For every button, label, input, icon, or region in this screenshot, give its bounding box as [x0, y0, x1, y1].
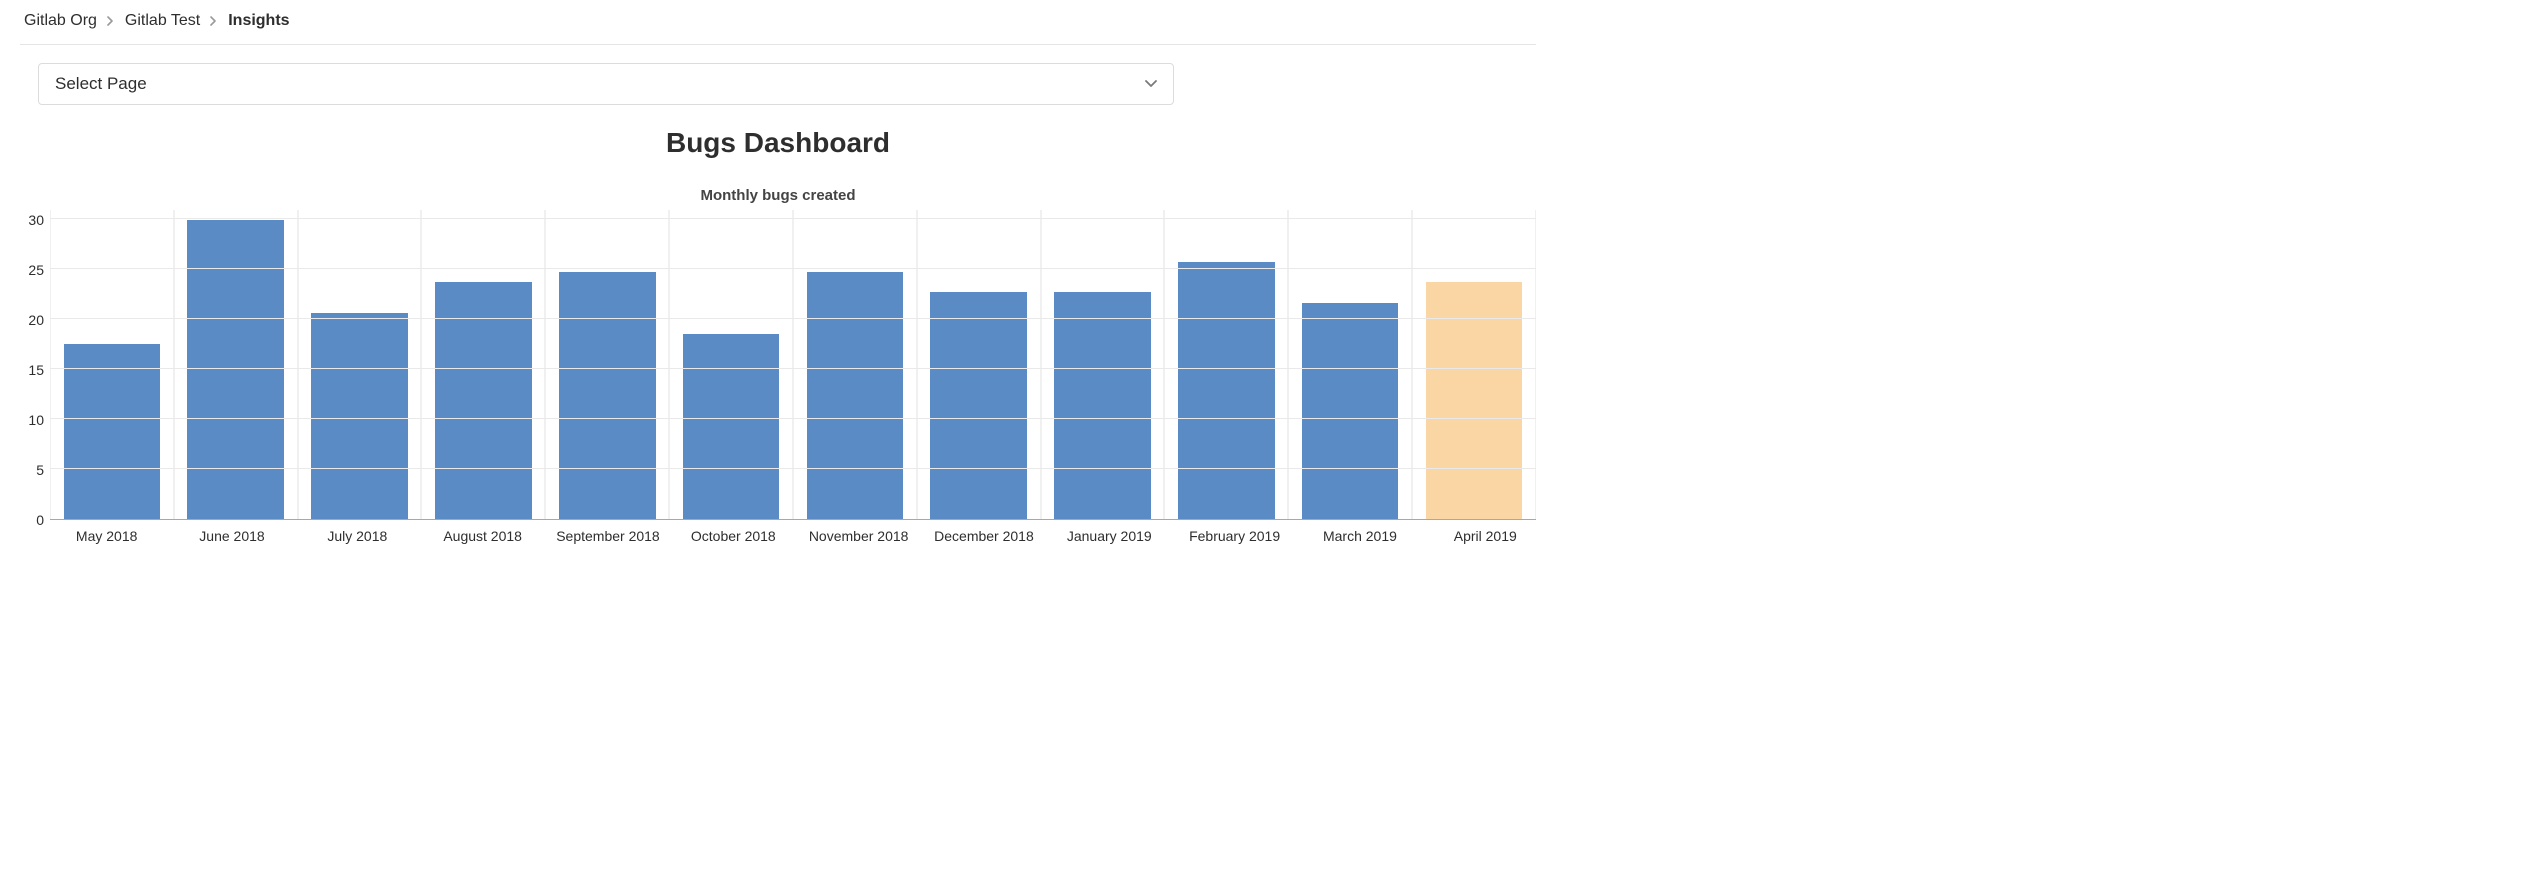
x-tick-label: May 2018 [44, 520, 169, 544]
chevron-right-icon [210, 14, 218, 29]
page-title: Bugs Dashboard [8, 127, 1548, 159]
x-tick-label: April 2019 [1423, 520, 1548, 544]
bar-slot [793, 210, 917, 519]
x-tick-label: June 2018 [169, 520, 294, 544]
gridline [50, 468, 1536, 469]
y-tick-label: 0 [36, 512, 44, 528]
breadcrumb-item-org[interactable]: Gitlab Org [24, 12, 97, 30]
bar[interactable] [1054, 292, 1151, 519]
page-select[interactable]: Select Page [38, 63, 1174, 105]
gridline [50, 418, 1536, 419]
x-tick-label: August 2018 [420, 520, 545, 544]
bar-slot [1164, 210, 1288, 519]
chevron-down-icon [1145, 75, 1157, 93]
y-tick-label: 30 [28, 212, 44, 228]
x-tick-label: March 2019 [1297, 520, 1422, 544]
bar[interactable] [807, 272, 904, 519]
bar[interactable] [683, 334, 780, 519]
bar-slot [669, 210, 793, 519]
bar-slot [1041, 210, 1165, 519]
bar-slot [917, 210, 1041, 519]
y-tick-label: 20 [28, 312, 44, 328]
y-tick-label: 25 [28, 262, 44, 278]
page-select-label: Select Page [55, 74, 147, 94]
x-tick-label: February 2019 [1172, 520, 1297, 544]
bar-slot [298, 210, 422, 519]
x-tick-label: January 2019 [1047, 520, 1172, 544]
gridline [50, 268, 1536, 269]
chart-title: Monthly bugs created [8, 187, 1548, 204]
y-tick-label: 15 [28, 362, 44, 378]
breadcrumb: Gitlab Org Gitlab Test Insights [8, 0, 1548, 44]
breadcrumb-item-test[interactable]: Gitlab Test [125, 12, 200, 30]
x-tick-label: December 2018 [921, 520, 1046, 544]
bar-slot [1412, 210, 1536, 519]
bar-chart: 051015202530 [14, 210, 1536, 520]
bar-slot [1288, 210, 1412, 519]
bar[interactable] [1302, 303, 1399, 519]
y-tick-label: 5 [36, 462, 44, 478]
y-tick-label: 10 [28, 412, 44, 428]
bar-slot [174, 210, 298, 519]
bar-slot [421, 210, 545, 519]
bar[interactable] [187, 220, 284, 519]
bar-slot [545, 210, 669, 519]
gridline [50, 318, 1536, 319]
x-tick-label: October 2018 [671, 520, 796, 544]
x-tick-label: September 2018 [545, 520, 670, 544]
bar[interactable] [559, 272, 656, 519]
x-tick-label: November 2018 [796, 520, 921, 544]
bar-slot [50, 210, 174, 519]
bar[interactable] [64, 344, 161, 519]
gridline [50, 368, 1536, 369]
bar[interactable] [311, 313, 408, 519]
x-axis: May 2018June 2018July 2018August 2018Sep… [44, 520, 1548, 544]
bars-container [50, 210, 1536, 519]
plot-area [50, 210, 1536, 520]
chevron-right-icon [107, 14, 115, 29]
gridline [50, 218, 1536, 219]
x-tick-label: July 2018 [295, 520, 420, 544]
bar[interactable] [1178, 262, 1275, 520]
y-axis: 051015202530 [14, 210, 50, 520]
bar[interactable] [930, 292, 1027, 519]
breadcrumb-item-current: Insights [228, 12, 289, 30]
